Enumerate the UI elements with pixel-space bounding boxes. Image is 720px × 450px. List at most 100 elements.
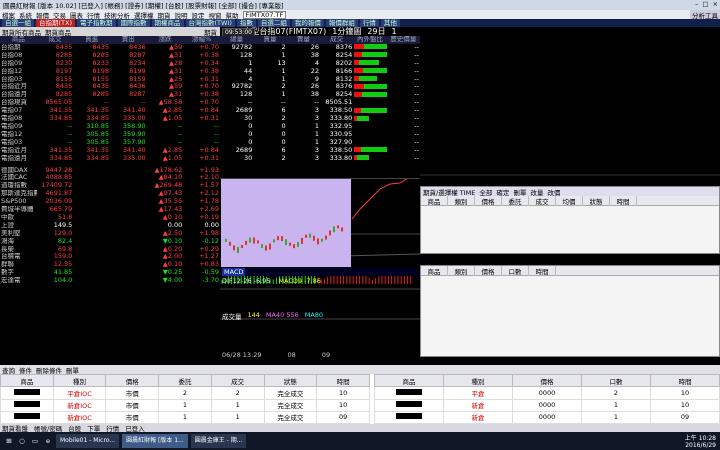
taskbar-app-2[interactable]: 圓晨金庫王 - 期... <box>190 434 247 448</box>
quote-category[interactable]: 期貨所有商品 <box>2 27 41 37</box>
index-row[interactable]: 宏達電 104.0 ▼4.00 -3.70 <box>0 277 220 285</box>
index-row[interactable]: 上證 149.5 0.00 0.00 <box>0 222 220 230</box>
menu-item-8[interactable]: 期貨 <box>158 10 171 20</box>
detail-row[interactable]: 2689 6 3 338.50 -- <box>220 107 420 115</box>
analysis-tools-button[interactable]: 分析工具 <box>690 10 720 19</box>
symbol-code-input[interactable]: FIMTX07.TF <box>242 10 287 19</box>
detail-row[interactable]: 1 13 4 8202 -- <box>220 60 420 68</box>
index-row[interactable]: 長榮 69.8 ▲0.20 +0.29 <box>0 246 220 254</box>
quote-cell: 358.90 <box>122 122 146 130</box>
tab-2[interactable]: 電子指數期 <box>77 19 116 27</box>
quote-row[interactable]: 台指近月 8435 8435 8436 ▲59 +0.70 <box>0 83 220 91</box>
index-row[interactable]: 法國CAC 4088.85 ▲84.10 +2.10 <box>0 174 220 182</box>
quote-row[interactable]: 台指08 8285 8285 8287 ▲31 +0.38 <box>0 52 220 60</box>
quote-row[interactable]: 電指08 334.85 334.85 335.00 ▲1.05 +0.31 <box>0 115 220 123</box>
index-row[interactable]: 那斯達克指數 4691.87 ▲97.43 +2.12 <box>0 190 220 198</box>
taskbar-app-1[interactable]: 圓晨紅財報 [版本 1... <box>122 434 188 448</box>
index-row[interactable]: 德國DAX 9447.28 ▲178.62 +1.93 <box>0 167 220 175</box>
quote-row[interactable]: 台指現貨 8565.05 -- -- ▲58.58 +0.70 <box>0 99 220 107</box>
taskbar-app-0[interactable]: Mobile01 - Micro... <box>56 434 120 448</box>
quote-cell: ▲2.85 <box>162 107 183 115</box>
quote-header: 期貨所有商品 期貨商品 期貨 <box>0 27 220 37</box>
fill-row[interactable]: 新倉 0000 1 10 <box>374 398 720 412</box>
index-row[interactable]: 中歐 51.8 ▲0.10 +0.19 <box>0 214 220 222</box>
quote-row[interactable]: 台指遠月 8285 8285 8287 ▲31 +0.38 <box>0 91 220 99</box>
index-row[interactable]: 美利堅 129.0 ▲2.50 +1.98 <box>0 230 220 238</box>
quote-row[interactable]: 電指07 341.35 341.35 341.40 ▲2.85 +0.84 <box>0 107 220 115</box>
detail-cell: 6 <box>281 146 286 154</box>
index-row[interactable]: 群聯 12.35 ▲0.10 +0.83 <box>0 261 220 269</box>
menu-item-10[interactable]: 設定 <box>192 10 205 20</box>
detail-row[interactable]: 128 1 38 8254 -- <box>220 52 420 60</box>
order-symbol <box>0 386 54 400</box>
menu-item-7[interactable]: 選擇權 <box>134 10 154 20</box>
bottom-tool-0[interactable]: 查詢 <box>2 365 15 375</box>
quote-row[interactable]: 電指09 -- 310.85 358.90 -- -- <box>0 123 220 131</box>
maximize-icon[interactable]: □ <box>702 0 708 8</box>
quote-row[interactable]: 電指遠月 334.85 334.85 335.00 ▲1.05 +0.31 <box>0 155 220 163</box>
order-row[interactable]: 新倉IOC 市價 1 1 完全成交 09 <box>0 410 370 425</box>
menu-item-4[interactable]: 圖表 <box>70 10 83 20</box>
fill-type: 平倉 <box>443 386 513 400</box>
quote-group[interactable]: 期貨商品 <box>45 27 71 37</box>
menu-item-11[interactable]: 視窗 <box>209 10 222 20</box>
index-row[interactable]: 台積電 159.0 ▲2.00 +1.27 <box>0 253 220 261</box>
menu-item-9[interactable]: 說明 <box>175 10 188 20</box>
quote-cell: 8287 <box>129 91 146 99</box>
edge-icon[interactable]: e <box>43 436 53 446</box>
intraday-candle <box>225 238 227 242</box>
quote-row[interactable]: 電指03 -- 305.85 357.90 -- -- <box>0 139 220 147</box>
menu-item-0[interactable]: 檔案 <box>2 10 15 20</box>
task-view-icon[interactable]: ▭ <box>30 436 40 446</box>
detail-row[interactable]: 0 0 1 327.90 -- <box>220 139 420 147</box>
index-row[interactable]: 道瓊指數 17409.72 ▲269.48 +1.57 <box>0 182 220 190</box>
order-row[interactable]: 新倉IOC 市價 1 1 完全成交 10 <box>0 398 370 412</box>
detail-row[interactable]: 30 2 3 333.80 -- <box>220 155 420 163</box>
bottom-tool-1[interactable]: 條件 <box>19 365 32 375</box>
menu-item-1[interactable]: 系統 <box>19 10 32 20</box>
quote-cell: 8435 <box>92 83 109 91</box>
quote-type[interactable]: 期貨 <box>204 27 220 37</box>
quote-row[interactable]: 電指近月 341.35 341.35 341.40 ▲2.85 +0.84 <box>0 147 220 155</box>
start-icon[interactable]: ⊞ <box>4 436 14 446</box>
detail-row[interactable]: 30 2 3 333.80 -- <box>220 115 420 123</box>
quote-row[interactable]: 台指期 8435 8435 8436 ▲59 +0.70 <box>0 44 220 52</box>
tab-4[interactable]: 期權商品 <box>151 19 184 27</box>
bottom-tool-3[interactable]: 刪單 <box>66 365 79 375</box>
menu-item-5[interactable]: 行情 <box>87 10 100 20</box>
tab-3[interactable]: 國際指數 <box>117 19 150 27</box>
detail-row[interactable]: 92782 2 26 8376 -- <box>220 44 420 52</box>
minimize-icon[interactable]: – <box>695 0 698 8</box>
sell-ratio-bar <box>354 52 362 58</box>
index-row[interactable]: S&P500 2036.09 ▲35.55 +1.78 <box>0 198 220 206</box>
detail-row[interactable]: 2689 6 3 338.50 -- <box>220 147 420 155</box>
detail-row[interactable]: -- -- -- 8505.51 -- <box>220 99 420 107</box>
menu-item-6[interactable]: 技術分析 <box>104 10 130 20</box>
search-icon[interactable]: ○ <box>17 436 27 446</box>
quote-row[interactable]: 台指12 8197 8198 8199 ▲31 +0.38 <box>0 68 220 76</box>
fill-row[interactable]: 新倉 0000 1 09 <box>374 410 720 425</box>
index-row[interactable]: 數字 41.85 ▼0.25 -0.59 <box>0 269 220 277</box>
detail-row[interactable]: 128 1 38 8254 -- <box>220 91 420 99</box>
index-row[interactable]: 鴻海 82.4 ▼0.10 -0.12 <box>0 238 220 246</box>
quote-row[interactable]: 台指09 8230 8233 8234 ▲28 +0.34 <box>0 60 220 68</box>
detail-row[interactable]: 44 1 22 8166 -- <box>220 68 420 76</box>
detail-row[interactable]: 92782 2 26 8376 -- <box>220 83 420 91</box>
quote-cell: -- <box>67 130 73 138</box>
quote-name: 台指期 <box>1 43 21 51</box>
detail-row[interactable]: 0 0 1 332.95 -- <box>220 123 420 131</box>
menu-item-12[interactable]: 幫助 <box>226 10 239 20</box>
fill-row[interactable]: 平倉 0000 2 10 <box>374 386 720 400</box>
quote-name: 台指近月 <box>1 83 27 91</box>
close-icon[interactable]: × <box>713 0 718 8</box>
quote-row[interactable]: 電指12 -- 305.85 359.90 -- -- <box>0 131 220 139</box>
menu-item-2[interactable]: 報價 <box>36 10 49 20</box>
index-change: 0.00 <box>167 221 183 229</box>
menu-item-3[interactable]: 交易 <box>53 10 66 20</box>
order-row[interactable]: 平倉IOC 市價 2 2 完全成交 10 <box>0 386 370 400</box>
index-row[interactable]: 費城半導體 665.79 ▲17.43 +2.69 <box>0 206 220 214</box>
detail-row[interactable]: 0 0 1 330.95 -- <box>220 131 420 139</box>
bottom-tool-2[interactable]: 刪除條件 <box>36 365 62 375</box>
detail-row[interactable]: 4 1 9 8132 -- <box>220 76 420 84</box>
quote-row[interactable]: 台指03 8155 8155 8159 ▲25 +0.31 <box>0 76 220 84</box>
